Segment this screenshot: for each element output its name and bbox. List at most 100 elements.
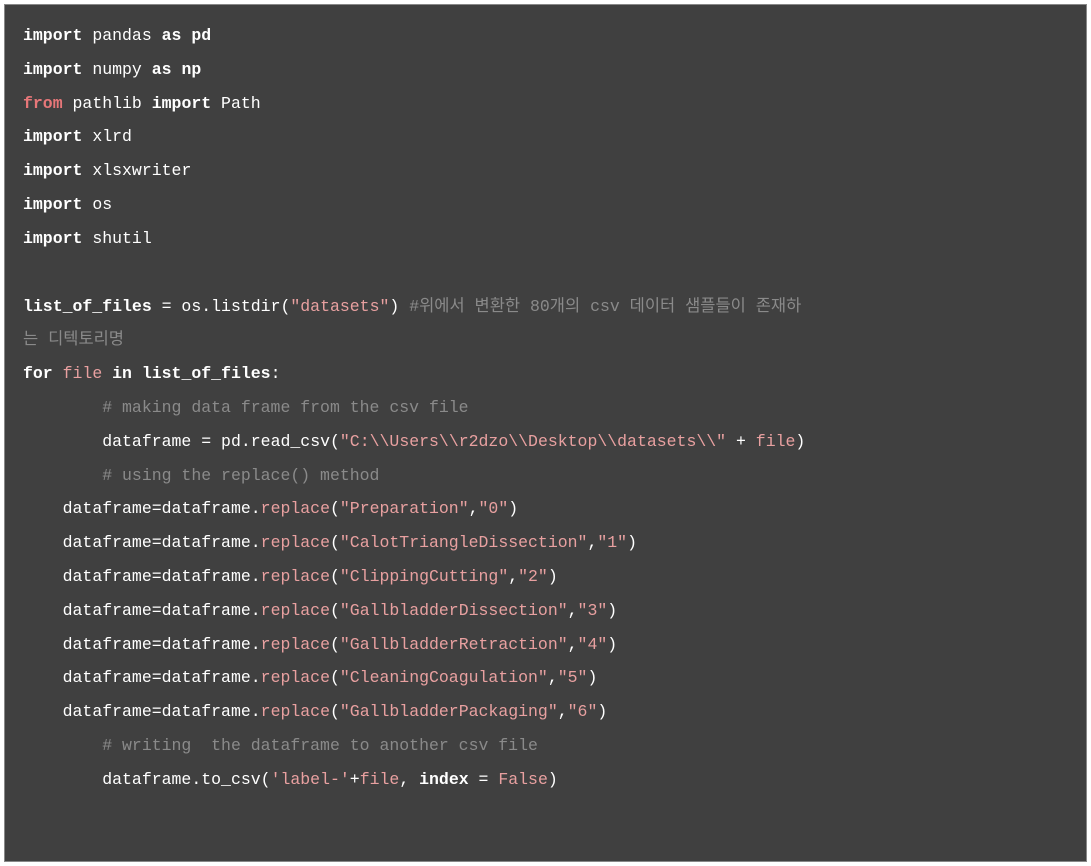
token-punct: , xyxy=(568,635,578,654)
token-punct: . xyxy=(201,297,211,316)
token-paren: ) xyxy=(587,668,597,687)
token-op: = xyxy=(162,297,172,316)
token-string: "3" xyxy=(578,601,608,620)
token-punct: , xyxy=(548,668,558,687)
token-comment: # writing the dataframe to another csv f… xyxy=(102,736,538,755)
token-ident: os xyxy=(172,297,202,316)
token-ident: dataframe xyxy=(63,702,152,721)
code-line: import xlsxwriter xyxy=(23,154,1068,188)
code-line: # writing the dataframe to another csv f… xyxy=(23,729,1068,763)
token-kw-for: for xyxy=(23,364,53,383)
token-paren: ( xyxy=(330,668,340,687)
token-ident: dataframe xyxy=(162,635,251,654)
token-kw-import: import xyxy=(23,26,82,45)
token-ident: dataframe xyxy=(63,533,152,552)
token-string: "0" xyxy=(479,499,509,518)
token-string: "GallbladderPackaging" xyxy=(340,702,558,721)
token-ident: dataframe xyxy=(162,601,251,620)
token-ident: dataframe xyxy=(162,668,251,687)
token-ident: dataframe xyxy=(63,635,152,654)
token-paren: ( xyxy=(330,533,340,552)
token-ident: read_csv xyxy=(251,432,330,451)
token-ident: os xyxy=(82,195,112,214)
token-punct: . xyxy=(251,668,261,687)
token-punct: . xyxy=(251,601,261,620)
token-ident: dataframe xyxy=(162,567,251,586)
token-op: = xyxy=(479,770,489,789)
token-kw-import: import xyxy=(23,127,82,146)
token-string: "datasets" xyxy=(290,297,389,316)
token-method: replace xyxy=(261,668,330,687)
token-string: "1" xyxy=(597,533,627,552)
token-ident: listdir xyxy=(211,297,280,316)
token-ident: dataframe xyxy=(102,770,191,789)
token-kw-as: as xyxy=(152,60,172,79)
code-line: dataframe=dataframe.replace("ClippingCut… xyxy=(23,560,1068,594)
code-line: from pathlib import Path xyxy=(23,87,1068,121)
code-line: list_of_files = os.listdir("datasets") #… xyxy=(23,290,1068,324)
token-string: "2" xyxy=(518,567,548,586)
token-string: "CalotTriangleDissection" xyxy=(340,533,588,552)
token-paren: ( xyxy=(330,432,340,451)
token-punct: , xyxy=(568,601,578,620)
token-string: "GallbladderRetraction" xyxy=(340,635,568,654)
token-comment: #위에서 변환한 80개의 csv 데이터 샘플들이 존재하 xyxy=(409,297,801,316)
code-line: # making data frame from the csv file xyxy=(23,391,1068,425)
token-method: replace xyxy=(261,533,330,552)
code-line xyxy=(23,256,1068,290)
token-ident: pathlib xyxy=(63,94,152,113)
code-block: import pandas as pdimport numpy as npfro… xyxy=(4,4,1087,862)
token-method: replace xyxy=(261,601,330,620)
code-line: dataframe=dataframe.replace("Gallbladder… xyxy=(23,695,1068,729)
token-string: "6" xyxy=(568,702,598,721)
token-method: replace xyxy=(261,635,330,654)
token-op: = xyxy=(152,567,162,586)
token-paren: ( xyxy=(280,297,290,316)
token-string: "GallbladderDissection" xyxy=(340,601,568,620)
token-paren: ) xyxy=(795,432,805,451)
token-ident: to_csv xyxy=(201,770,260,789)
token-ident xyxy=(746,432,756,451)
token-op: = xyxy=(152,601,162,620)
token-op: = xyxy=(201,432,211,451)
token-kw-import: import xyxy=(23,229,82,248)
token-paren: ) xyxy=(548,567,558,586)
token-punct: , xyxy=(469,499,479,518)
token-op: = xyxy=(152,702,162,721)
token-punct: . xyxy=(251,499,261,518)
token-paren: ) xyxy=(597,702,607,721)
token-ident: dataframe xyxy=(162,499,251,518)
code-line: dataframe=dataframe.replace("CalotTriang… xyxy=(23,526,1068,560)
token-paren: ) xyxy=(548,770,558,789)
code-line: for file in list_of_files: xyxy=(23,357,1068,391)
token-kw-import: import xyxy=(23,60,82,79)
code-line: 는 디텍토리명 xyxy=(23,323,1068,357)
code-line: import os xyxy=(23,188,1068,222)
token-op: = xyxy=(152,635,162,654)
token-op: + xyxy=(350,770,360,789)
code-line: # using the replace() method xyxy=(23,459,1068,493)
token-paren: ) xyxy=(607,635,617,654)
token-ident-bold: list_of_files xyxy=(132,364,271,383)
token-ident xyxy=(53,364,63,383)
token-ident-bold: list_of_files xyxy=(23,297,162,316)
token-string: "Preparation" xyxy=(340,499,469,518)
token-punct: . xyxy=(251,533,261,552)
token-punct: . xyxy=(241,432,251,451)
token-ident: shutil xyxy=(82,229,151,248)
token-string: "ClippingCutting" xyxy=(340,567,508,586)
code-line: dataframe=dataframe.replace("CleaningCoa… xyxy=(23,661,1068,695)
token-paren: ( xyxy=(330,567,340,586)
token-ident: dataframe xyxy=(63,499,152,518)
token-ident-bold: index xyxy=(409,770,478,789)
token-paren: ( xyxy=(330,601,340,620)
token-string: "CleaningCoagulation" xyxy=(340,668,548,687)
token-kw-import: import xyxy=(23,195,82,214)
token-paren: ) xyxy=(508,499,518,518)
token-ident: dataframe xyxy=(63,601,152,620)
token-ident: dataframe xyxy=(162,702,251,721)
token-string: 'label-' xyxy=(271,770,350,789)
code-line: dataframe=dataframe.replace("Gallbladder… xyxy=(23,594,1068,628)
token-ident: pandas xyxy=(82,26,161,45)
token-punct: . xyxy=(251,567,261,586)
